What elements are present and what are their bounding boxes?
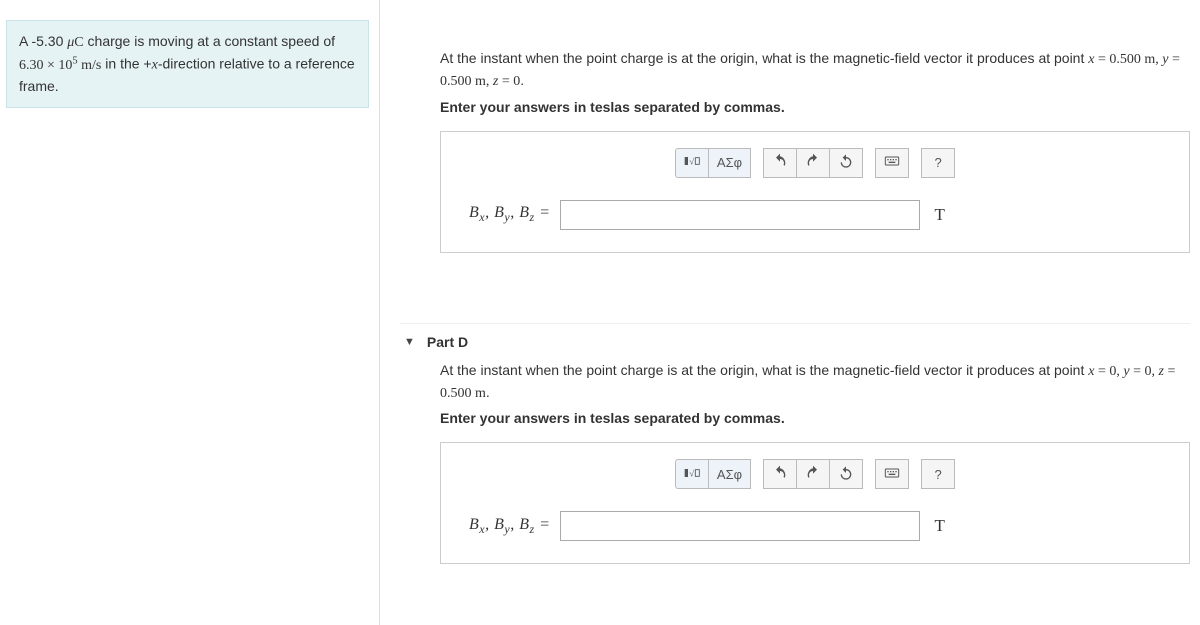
part-d-unit: T bbox=[934, 516, 944, 536]
problem-statement: A -5.30 μC charge is moving at a constan… bbox=[6, 20, 369, 108]
redo-icon bbox=[805, 153, 821, 172]
templates-button[interactable]: √ bbox=[675, 148, 709, 178]
undo-button[interactable] bbox=[763, 459, 797, 489]
svg-text:√: √ bbox=[689, 468, 694, 478]
help-button[interactable]: ? bbox=[921, 459, 955, 489]
part-d-header[interactable]: ▼ Part D bbox=[400, 323, 1190, 360]
reset-button[interactable] bbox=[829, 148, 863, 178]
redo-button[interactable] bbox=[796, 459, 830, 489]
svg-text:√: √ bbox=[689, 156, 694, 166]
redo-icon bbox=[805, 465, 821, 484]
undo-icon bbox=[772, 153, 788, 172]
keyboard-button[interactable] bbox=[875, 148, 909, 178]
undo-icon bbox=[772, 465, 788, 484]
keyboard-icon bbox=[884, 153, 900, 172]
reset-icon bbox=[838, 465, 854, 484]
greek-button[interactable]: ΑΣφ bbox=[708, 459, 751, 489]
content-area: At the instant when the point charge is … bbox=[380, 0, 1200, 625]
part-d-input[interactable] bbox=[560, 511, 920, 541]
part-d-instruction: Enter your answers in teslas separated b… bbox=[440, 410, 1190, 426]
templates-icon: √ bbox=[684, 153, 700, 172]
greek-button[interactable]: ΑΣφ bbox=[708, 148, 751, 178]
part-d-label: Part D bbox=[427, 334, 468, 350]
keyboard-icon bbox=[884, 465, 900, 484]
templates-icon: √ bbox=[684, 465, 700, 484]
part-c-prompt: Bx, By, Bz = bbox=[469, 204, 550, 225]
part-c-question: At the instant when the point charge is … bbox=[440, 48, 1190, 93]
undo-button[interactable] bbox=[763, 148, 797, 178]
part-c-instruction: Enter your answers in teslas separated b… bbox=[440, 99, 1190, 115]
part-c-input[interactable] bbox=[560, 200, 920, 230]
answer-toolbar: √ ΑΣφ ? bbox=[459, 148, 1171, 178]
redo-button[interactable] bbox=[796, 148, 830, 178]
part-c-body: At the instant when the point charge is … bbox=[400, 48, 1190, 283]
reset-button[interactable] bbox=[829, 459, 863, 489]
caret-down-icon: ▼ bbox=[404, 336, 415, 348]
problem-sidebar: A -5.30 μC charge is moving at a constan… bbox=[0, 0, 380, 625]
reset-icon bbox=[838, 153, 854, 172]
templates-button[interactable]: √ bbox=[675, 459, 709, 489]
part-c-unit: T bbox=[934, 205, 944, 225]
answer-toolbar: √ ΑΣφ ? bbox=[459, 459, 1171, 489]
help-button[interactable]: ? bbox=[921, 148, 955, 178]
part-d-question: At the instant when the point charge is … bbox=[440, 360, 1190, 405]
part-c-answer-card: √ ΑΣφ ? bbox=[440, 131, 1190, 253]
part-d-prompt: Bx, By, Bz = bbox=[469, 516, 550, 537]
part-d-body: At the instant when the point charge is … bbox=[400, 360, 1190, 595]
part-d-answer-card: √ ΑΣφ ? bbox=[440, 442, 1190, 564]
keyboard-button[interactable] bbox=[875, 459, 909, 489]
